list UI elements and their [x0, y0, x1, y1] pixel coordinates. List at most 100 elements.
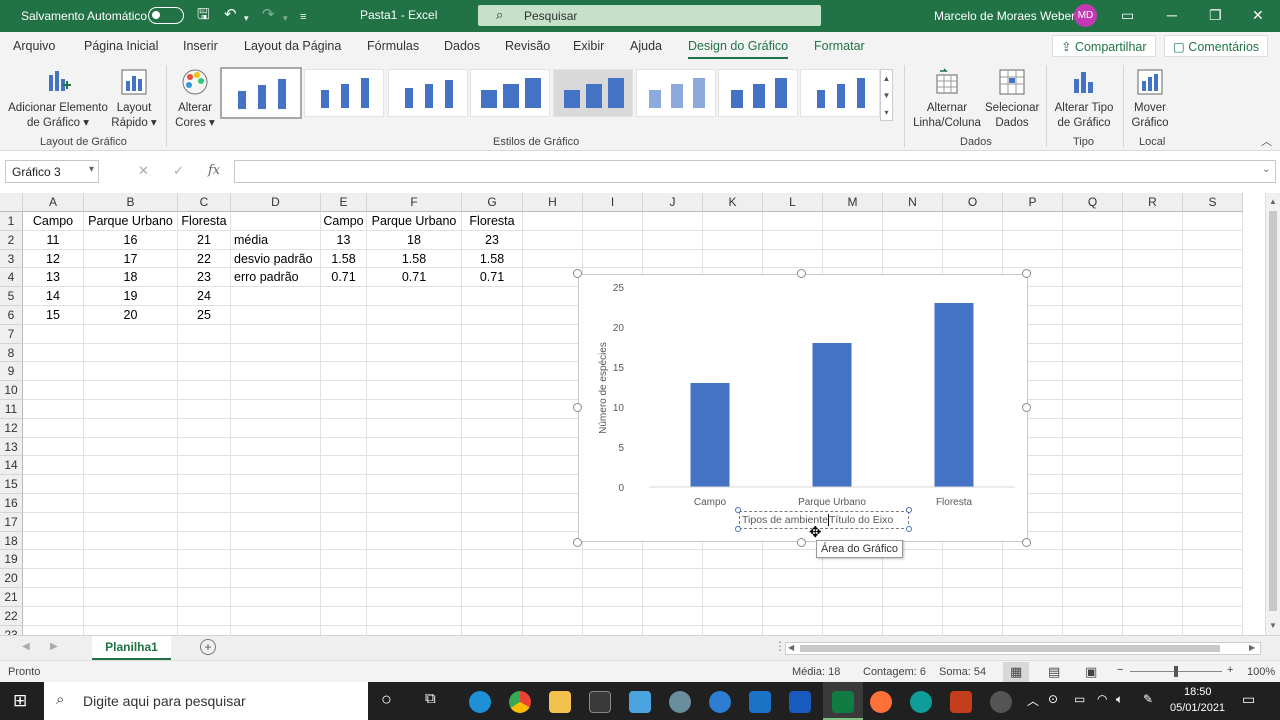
notes-icon[interactable]: [629, 691, 651, 713]
resize-handle[interactable]: [735, 507, 741, 513]
r-icon[interactable]: [709, 691, 731, 713]
add-sheet-icon[interactable]: +: [200, 639, 216, 655]
resize-handle[interactable]: [1022, 538, 1031, 547]
cell-b8[interactable]: [84, 343, 178, 363]
cell-c11[interactable]: [178, 400, 231, 419]
cell-g7[interactable]: [462, 324, 523, 344]
cell-e16[interactable]: [321, 494, 367, 513]
change-chart-type-button[interactable]: Alterar Tipo de Gráfico: [1052, 67, 1116, 131]
cell-b4[interactable]: 18: [84, 268, 178, 288]
volume-icon[interactable]: 🔈︎: [1116, 692, 1123, 707]
video-editor-icon[interactable]: [589, 691, 611, 713]
row-header-4[interactable]: 4: [0, 268, 23, 288]
column-header-k[interactable]: K: [703, 193, 763, 212]
cell-e21[interactable]: [321, 588, 367, 607]
cell-h15[interactable]: [523, 475, 583, 494]
avatar[interactable]: MD: [1074, 4, 1097, 27]
cell-k20[interactable]: [703, 569, 763, 588]
chrome-icon[interactable]: [509, 691, 531, 713]
column-header-l[interactable]: L: [763, 193, 823, 212]
chart-style-4[interactable]: [470, 69, 550, 117]
cell-k3[interactable]: [703, 249, 763, 269]
tab-inserir[interactable]: Inserir: [183, 39, 218, 53]
customize-toolbar-icon[interactable]: ≡: [300, 8, 306, 26]
cell-p19[interactable]: [1003, 550, 1063, 570]
autosave-toggle[interactable]: [148, 7, 184, 24]
cell-r12[interactable]: [1123, 418, 1183, 438]
cell-c21[interactable]: [178, 588, 231, 607]
cell-i20[interactable]: [583, 569, 643, 588]
column-header-n[interactable]: N: [883, 193, 943, 212]
cell-q4[interactable]: [1063, 268, 1123, 288]
cell-e5[interactable]: [321, 287, 367, 306]
cell-r10[interactable]: [1123, 381, 1183, 400]
powerpoint-icon[interactable]: [950, 691, 972, 713]
cell-c7[interactable]: [178, 324, 231, 344]
cell-l2[interactable]: [763, 230, 823, 250]
cell-r22[interactable]: [1123, 606, 1183, 626]
cell-g1[interactable]: Floresta: [462, 212, 523, 231]
cell-d20[interactable]: [231, 569, 321, 588]
chart-style-2[interactable]: [304, 69, 384, 117]
cell-g2[interactable]: 23: [462, 230, 523, 250]
cell-d5[interactable]: [231, 287, 321, 306]
cell-s4[interactable]: [1183, 268, 1243, 288]
cell-s21[interactable]: [1183, 588, 1243, 607]
cell-s2[interactable]: [1183, 230, 1243, 250]
cell-o23[interactable]: [943, 625, 1003, 635]
cell-o22[interactable]: [943, 606, 1003, 626]
cell-a20[interactable]: [23, 569, 84, 588]
scroll-thumb[interactable]: [1269, 211, 1277, 611]
tray-app-icon[interactable]: ⊙: [1048, 692, 1058, 706]
cell-q10[interactable]: [1063, 381, 1123, 400]
cell-b3[interactable]: 17: [84, 249, 178, 269]
cell-c19[interactable]: [178, 550, 231, 570]
cell-c2[interactable]: 21: [178, 230, 231, 250]
cell-q5[interactable]: [1063, 287, 1123, 306]
cell-d17[interactable]: [231, 512, 321, 532]
zoom-out-icon[interactable]: −: [1117, 664, 1123, 676]
cell-h6[interactable]: [523, 306, 583, 325]
column-header-q[interactable]: Q: [1063, 193, 1123, 212]
cell-h7[interactable]: [523, 324, 583, 344]
minimize-icon[interactable]: ─: [1167, 7, 1177, 23]
cell-a22[interactable]: [23, 606, 84, 626]
row-header-10[interactable]: 10: [0, 381, 23, 400]
row-header-21[interactable]: 21: [0, 588, 23, 607]
column-header-c[interactable]: C: [178, 193, 231, 212]
ribbon-display-icon[interactable]: ▭: [1121, 7, 1134, 24]
row-header-5[interactable]: 5: [0, 287, 23, 306]
cell-f15[interactable]: [367, 475, 462, 494]
prev-sheet-icon[interactable]: ◀: [22, 641, 30, 652]
cell-a7[interactable]: [23, 324, 84, 344]
save-icon[interactable]: 🖫: [197, 6, 210, 24]
cell-f1[interactable]: Parque Urbano: [367, 212, 462, 231]
cell-d6[interactable]: [231, 306, 321, 325]
cell-b21[interactable]: [84, 588, 178, 607]
cell-e18[interactable]: [321, 531, 367, 551]
bar-parque-urbano[interactable]: [812, 343, 852, 487]
cell-n20[interactable]: [883, 569, 943, 588]
cell-q8[interactable]: [1063, 343, 1123, 363]
resize-handle[interactable]: [573, 269, 582, 278]
cell-o2[interactable]: [943, 230, 1003, 250]
cell-h10[interactable]: [523, 381, 583, 400]
cell-h19[interactable]: [523, 550, 583, 570]
column-header-d[interactable]: D: [231, 193, 321, 212]
gallery-scroll[interactable]: ▲ ▼ ▾: [880, 69, 893, 121]
cell-d18[interactable]: [231, 531, 321, 551]
app-icon[interactable]: [669, 691, 691, 713]
cell-h14[interactable]: [523, 456, 583, 476]
cell-q15[interactable]: [1063, 475, 1123, 494]
cell-h23[interactable]: [523, 625, 583, 635]
cell-d21[interactable]: [231, 588, 321, 607]
cell-i1[interactable]: [583, 212, 643, 231]
cell-q9[interactable]: [1063, 362, 1123, 382]
cell-r13[interactable]: [1123, 437, 1183, 457]
cell-n23[interactable]: [883, 625, 943, 635]
cell-q17[interactable]: [1063, 512, 1123, 532]
cancel-icon[interactable]: ✕: [138, 163, 149, 179]
cell-q7[interactable]: [1063, 324, 1123, 344]
cell-d8[interactable]: [231, 343, 321, 363]
cell-i23[interactable]: [583, 625, 643, 635]
